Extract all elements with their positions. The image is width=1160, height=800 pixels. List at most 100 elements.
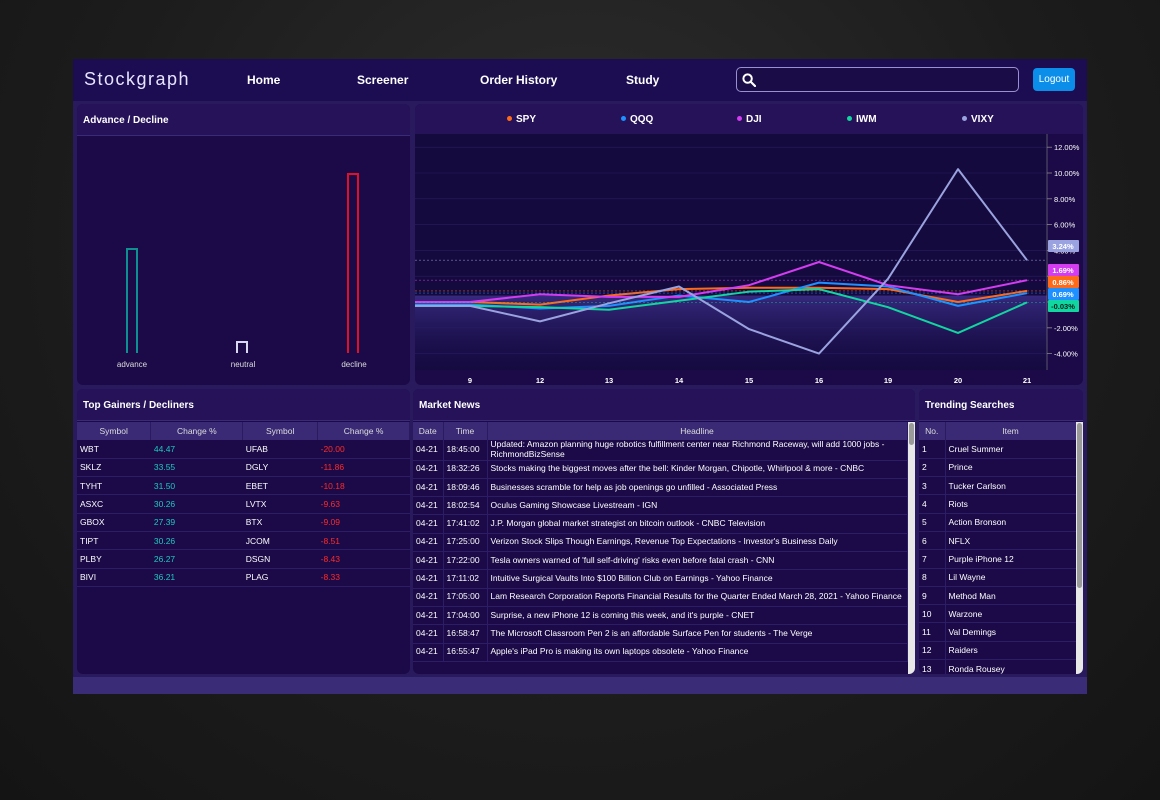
news-row[interactable]: 04-21 18:32:26 Stocks making the biggest m… (413, 460, 908, 479)
legend-dji[interactable]: DJI (737, 114, 762, 125)
trending-row[interactable]: 4 Riots (919, 494, 1077, 514)
gainer-change: 26.27 (150, 549, 243, 569)
news-row[interactable]: 04-21 16:58:47 The Microsoft Classroom Pen… (413, 624, 908, 644)
trending-item: Ronda Rousey (945, 659, 1077, 674)
news-date: 04-21 (413, 588, 444, 607)
gainer-symbol: PLBY (77, 549, 151, 569)
trending-item: Warzone (945, 604, 1077, 624)
news-row[interactable]: 04-21 17:11:02 Intuitive Surgical Vaults I… (413, 569, 908, 589)
trending-item: Tucker Carlson (945, 476, 1077, 496)
col-date-header[interactable]: Date (413, 422, 444, 440)
legend-qqq[interactable]: QQQ (621, 114, 653, 125)
advance-decline-panel: Advance / Decline advance neutral declin… (77, 104, 410, 385)
nav-screener[interactable]: Screener (357, 73, 408, 87)
x-tick-label: 9 (468, 376, 472, 385)
decliner-change: -9.09 (317, 513, 410, 532)
decliner-symbol: DSGN (242, 549, 318, 569)
trending-row[interactable]: 10 Warzone (919, 604, 1077, 624)
table-row[interactable]: TYHT 31.50 EBET -10.18 (77, 476, 410, 496)
trending-item: Prince (945, 458, 1077, 478)
search-icon (742, 73, 756, 87)
table-row[interactable]: PLBY 26.27 DSGN -8.43 (77, 549, 410, 569)
table-row[interactable]: GBOX 27.39 BTX -9.09 (77, 513, 410, 532)
col-change2-header[interactable]: Change % (317, 422, 410, 440)
trending-row[interactable]: 9 Method Man (919, 586, 1077, 606)
trending-scrollbar-thumb[interactable] (1077, 423, 1082, 588)
news-headline: Businesses scramble for help as job open… (487, 478, 908, 498)
brand-logo[interactable]: Stockgraph (84, 69, 190, 90)
table-row[interactable]: BIVI 36.21 PLAG -8.33 (77, 568, 410, 587)
decliner-change: -9.63 (317, 494, 410, 514)
search-box[interactable] (736, 67, 1019, 92)
col-item-header[interactable]: Item (945, 422, 1077, 440)
news-scrollbar[interactable] (908, 422, 915, 674)
legend-spy[interactable]: SPY (507, 114, 536, 125)
index-line-chart[interactable]: 12.00%10.00%8.00%6.00%4.00%2.00%0.00%-2.… (415, 134, 1083, 385)
col-symbol2-header[interactable]: Symbol (242, 422, 319, 440)
news-header: Market News (413, 389, 915, 421)
col-headline-header[interactable]: Headline (487, 422, 908, 440)
news-row[interactable]: 04-21 18:45:00 Updated: Amazon planning hu… (413, 439, 908, 461)
gainer-symbol: TIPT (77, 531, 151, 551)
col-symbol-header[interactable]: Symbol (77, 422, 152, 440)
chart-legend: SPY QQQ DJI IWM VIXY (415, 104, 1083, 134)
legend-dot-icon (737, 116, 742, 121)
news-row[interactable]: 04-21 16:55:47 Apple's iPad Pro is making … (413, 643, 908, 662)
col-no-header[interactable]: No. (919, 422, 946, 440)
gainer-change: 30.26 (150, 494, 243, 514)
trending-row[interactable]: 6 NFLX (919, 531, 1077, 551)
nav-home[interactable]: Home (247, 73, 280, 87)
trending-row[interactable]: 7 Purple iPhone 12 (919, 549, 1077, 569)
legend-label: IWM (856, 114, 877, 125)
y-tick-label: 10.00% (1054, 169, 1080, 178)
neutral-bar (236, 341, 248, 353)
table-row[interactable]: TIPT 30.26 JCOM -8.51 (77, 531, 410, 551)
col-time-header[interactable]: Time (443, 422, 488, 440)
legend-dot-icon (962, 116, 967, 121)
gainers-decliners-panel: Top Gainers / Decliners Symbol Change % … (77, 389, 410, 674)
x-tick-label: 20 (954, 376, 962, 385)
news-time: 17:25:00 (443, 533, 488, 553)
trending-item: Purple iPhone 12 (945, 549, 1077, 569)
logout-button[interactable]: Logout (1033, 68, 1075, 91)
table-row[interactable]: WBT 44.47 UFAB -20.00 (77, 440, 410, 459)
news-time: 16:55:47 (443, 643, 488, 662)
x-tick-label: 13 (605, 376, 613, 385)
trending-row[interactable]: 13 Ronda Rousey (919, 659, 1077, 674)
nav-study[interactable]: Study (626, 73, 659, 87)
news-row[interactable]: 04-21 17:41:02 J.P. Morgan global market s… (413, 514, 908, 534)
news-row[interactable]: 04-21 17:22:00 Tesla owners warned of 'ful… (413, 551, 908, 571)
trending-row[interactable]: 8 Lil Wayne (919, 568, 1077, 587)
trending-row[interactable]: 5 Action Bronson (919, 513, 1077, 532)
news-row[interactable]: 04-21 17:04:00 Surprise, a new iPhone 12 i… (413, 606, 908, 626)
news-scrollbar-thumb[interactable] (909, 423, 914, 445)
decliner-change: -10.18 (317, 476, 410, 496)
decliner-symbol: LVTX (242, 494, 318, 514)
news-row[interactable]: 04-21 17:05:00 Lam Research Corporation Re… (413, 588, 908, 607)
trending-number: 6 (919, 531, 946, 551)
trending-number: 9 (919, 586, 946, 606)
app-window: Stockgraph Home Screener Order History S… (73, 59, 1087, 694)
trending-row[interactable]: 1 Cruel Summer (919, 440, 1077, 459)
trending-row[interactable]: 12 Raiders (919, 641, 1077, 661)
table-row[interactable]: SKLZ 33.55 DGLY -11.86 (77, 458, 410, 478)
news-row[interactable]: 04-21 18:09:46 Businesses scramble for hel… (413, 478, 908, 498)
table-row[interactable]: ASXC 30.26 LVTX -9.63 (77, 494, 410, 514)
news-time: 18:02:54 (443, 496, 488, 516)
nav-order-history[interactable]: Order History (480, 73, 557, 87)
decliner-change: -8.51 (317, 531, 410, 551)
decliner-symbol: DGLY (242, 458, 318, 478)
news-headline: Updated: Amazon planning huge robotics f… (487, 439, 908, 461)
trending-row[interactable]: 2 Prince (919, 458, 1077, 478)
news-row[interactable]: 04-21 17:25:00 Verizon Stock Slips Though … (413, 533, 908, 553)
search-input[interactable] (763, 71, 1013, 88)
trending-row[interactable]: 11 Val Demings (919, 622, 1077, 642)
y-tick-label: -2.00% (1054, 324, 1078, 333)
legend-iwm[interactable]: IWM (847, 114, 877, 125)
news-time: 16:58:47 (443, 624, 488, 644)
news-row[interactable]: 04-21 18:02:54 Oculus Gaming Showcase Live… (413, 496, 908, 516)
trending-row[interactable]: 3 Tucker Carlson (919, 476, 1077, 496)
col-change-header[interactable]: Change % (150, 422, 244, 440)
news-date: 04-21 (413, 643, 444, 662)
legend-vixy[interactable]: VIXY (962, 114, 994, 125)
